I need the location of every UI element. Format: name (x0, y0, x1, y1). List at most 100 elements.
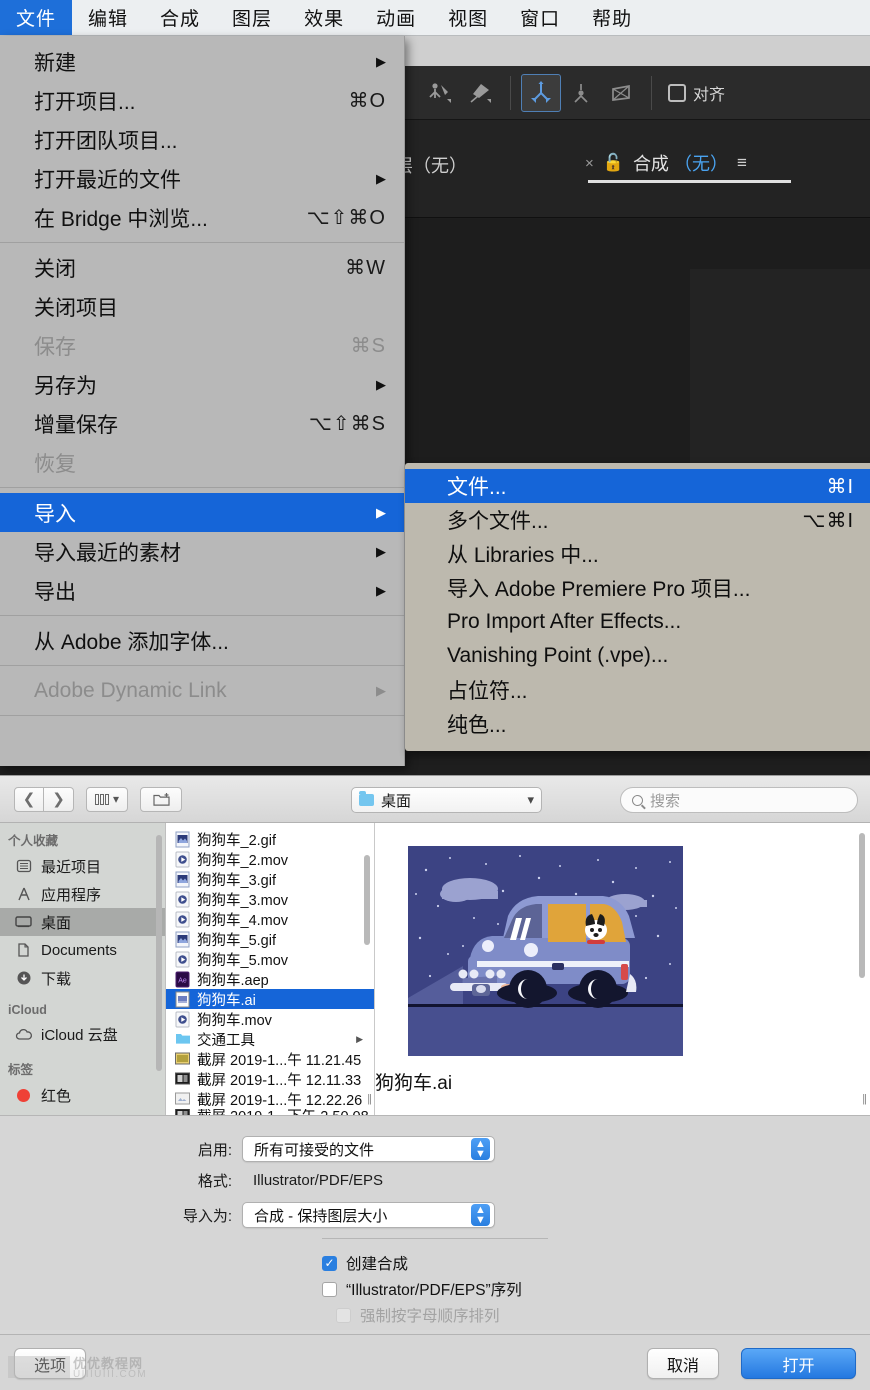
submenu-item-import-premiere-project[interactable]: 导入 Adobe Premiere Pro 项目... (405, 571, 870, 605)
documents-icon (14, 941, 33, 960)
sidebar-item-label: 最近项目 (41, 858, 102, 876)
submenu-arrow-icon: ▶ (376, 682, 386, 698)
sequence-checkbox[interactable]: “Illustrator/PDF/EPS”序列 (322, 1278, 522, 1300)
folder-icon (359, 791, 374, 806)
menu-edit[interactable]: 编辑 (72, 0, 144, 35)
import-as-popup[interactable]: 合成 - 保持图层大小 ▲ ▼ (242, 1202, 495, 1228)
snapping-toggle[interactable]: 对齐 (668, 81, 725, 105)
menu-item-save-as[interactable]: 另存为 ▶ (0, 365, 404, 404)
list-item[interactable]: 狗狗车_2.gif (166, 829, 374, 849)
menu-item-browse-in-bridge[interactable]: 在 Bridge 中浏览... ⌥⇧⌘O (0, 198, 404, 237)
menu-item-incremental-save[interactable]: 增量保存 ⌥⇧⌘S (0, 404, 404, 443)
search-input[interactable]: 搜索 (620, 787, 858, 813)
toolbar-divider-2 (651, 75, 652, 110)
pin-tool-icon[interactable] (460, 74, 500, 112)
menu-view[interactable]: 视图 (432, 0, 504, 35)
list-item[interactable]: 狗狗车_3.gif (166, 869, 374, 889)
sidebar-item-downloads[interactable]: 下载 (0, 964, 165, 992)
sidebar-scrollbar[interactable] (156, 835, 162, 1071)
sidebar-item-desktop[interactable]: 桌面 (0, 908, 165, 936)
list-item-selected[interactable]: 狗狗车.ai (166, 989, 374, 1009)
puppet-pin-tool-icon[interactable] (420, 74, 460, 112)
menu-item-open-recent[interactable]: 打开最近的文件 ▶ (0, 159, 404, 198)
menu-separator (0, 615, 404, 616)
list-item[interactable]: 狗狗车.mov (166, 1009, 374, 1029)
puppet-bend-pin-icon[interactable] (601, 74, 641, 112)
preview-resize-grip[interactable]: || (862, 1093, 867, 1105)
submenu-item-placeholder[interactable]: 占位符... (405, 673, 870, 707)
menu-item-import[interactable]: 导入 ▶ (0, 493, 404, 532)
list-item[interactable]: Ae 狗狗车.aep (166, 969, 374, 989)
menu-help[interactable]: 帮助 (576, 0, 648, 35)
list-item[interactable]: 狗狗车_4.mov (166, 909, 374, 929)
checkbox-label: 强制按字母顺序排列 (360, 1308, 500, 1325)
puppet-starch-pin-icon[interactable] (561, 74, 601, 112)
menu-window[interactable]: 窗口 (504, 0, 576, 35)
submenu-item-vanishing-point[interactable]: Vanishing Point (.vpe)... (405, 639, 870, 673)
sidebar-item-applications[interactable]: 应用程序 (0, 880, 165, 908)
menu-file[interactable]: 文件 (0, 0, 73, 35)
forward-button[interactable]: ❯ (44, 786, 74, 812)
gif-file-icon (175, 931, 190, 948)
submenu-item-pro-import-after-effects[interactable]: Pro Import After Effects... (405, 605, 870, 639)
list-item[interactable]: 狗狗车_3.mov (166, 889, 374, 909)
list-item[interactable]: 狗狗车_2.mov (166, 849, 374, 869)
list-item[interactable]: 狗狗车_5.mov (166, 949, 374, 969)
puppet-position-pin-icon[interactable] (521, 73, 561, 112)
menu-item-add-fonts-from-adobe[interactable]: 从 Adobe 添加字体... (0, 621, 404, 660)
menu-item-close-project[interactable]: 关闭项目 (0, 287, 404, 326)
sidebar-item-recents[interactable]: 最近项目 (0, 852, 165, 880)
list-item[interactable]: 截屏 2019-1...午 11.21.45 (166, 1049, 374, 1069)
lock-icon[interactable]: 🔓 (603, 153, 624, 173)
sidebar-item-label: 应用程序 (41, 886, 102, 904)
composition-tab-label: 合成 （无） (632, 154, 728, 174)
sidebar-item-red-tag[interactable]: 红色 (0, 1081, 165, 1109)
menu-effect[interactable]: 效果 (288, 0, 360, 35)
file-menu-dropdown: 新建 ▶ 打开项目... ⌘O 打开团队项目... 打开最近的文件 ▶ 在 Bridg… (0, 36, 405, 766)
options-button[interactable]: 选项 (14, 1348, 87, 1379)
list-item-folder[interactable]: 交通工具 ▶ (166, 1029, 374, 1049)
menu-item-find[interactable] (0, 721, 404, 760)
menu-item-open-project[interactable]: 打开项目... ⌘O (0, 81, 404, 120)
menu-layer[interactable]: 图层 (216, 0, 288, 35)
file-name: 狗狗车.mov (197, 1012, 272, 1029)
png-file-icon (175, 1091, 190, 1108)
import-as-label: 导入为: (182, 1207, 232, 1225)
sidebar-item-icloud-drive[interactable]: iCloud 云盘 (0, 1020, 165, 1048)
updown-stepper-icon: ▾ (527, 791, 534, 807)
path-popup-button[interactable]: 桌面 ▾ (351, 787, 542, 813)
close-icon[interactable]: × (585, 155, 594, 172)
search-icon (632, 794, 643, 806)
submenu-item-multiple-files[interactable]: 多个文件... ⌥⌘I (405, 503, 870, 537)
menu-item-import-recent-footage[interactable]: 导入最近的素材 ▶ (0, 532, 404, 571)
format-value: Illustrator/PDF/EPS (253, 1172, 384, 1189)
menu-animation[interactable]: 动画 (360, 0, 432, 35)
sidebar-item-label: 下载 (41, 970, 72, 988)
panel-menu-icon[interactable]: ≡ (737, 153, 747, 173)
menu-item-export[interactable]: 导出 ▶ (0, 571, 404, 610)
menu-composition[interactable]: 合成 (144, 0, 216, 35)
submenu-item-solid[interactable]: 纯色... (405, 707, 870, 741)
preview-image (408, 846, 683, 1056)
mov-file-icon (175, 1011, 190, 1028)
menu-item-open-team-project[interactable]: 打开团队项目... (0, 120, 404, 159)
create-composition-checkbox[interactable]: 创建合成 (322, 1252, 408, 1274)
cancel-button[interactable]: 取消 (646, 1348, 719, 1379)
submenu-item-file[interactable]: 文件... ⌘I (405, 469, 870, 503)
new-folder-button[interactable] (140, 786, 183, 812)
sidebar-item-label: Documents (41, 941, 117, 959)
back-button[interactable]: ❮ (14, 786, 44, 812)
list-item[interactable]: 狗狗车_5.gif (166, 929, 374, 949)
menu-item-close[interactable]: 关闭 ⌘W (0, 248, 404, 287)
sidebar-item-documents[interactable]: Documents (0, 936, 165, 964)
preview-scrollbar[interactable] (859, 833, 865, 978)
menu-separator (0, 665, 404, 666)
menu-item-new[interactable]: 新建 ▶ (0, 42, 404, 81)
open-button[interactable]: 打开 (741, 1348, 856, 1379)
enable-popup[interactable]: 所有可接受的文件 ▲ ▼ (242, 1136, 495, 1162)
layer-panel-tab[interactable]: 层（无） (395, 152, 467, 178)
composition-panel-tab[interactable]: × 🔓 合成 （无） ≡ (585, 150, 747, 176)
file-list-scrollbar[interactable] (364, 855, 370, 945)
view-mode-button[interactable]: ▾ (86, 786, 129, 812)
submenu-item-from-libraries[interactable]: 从 Libraries 中... (405, 537, 870, 571)
